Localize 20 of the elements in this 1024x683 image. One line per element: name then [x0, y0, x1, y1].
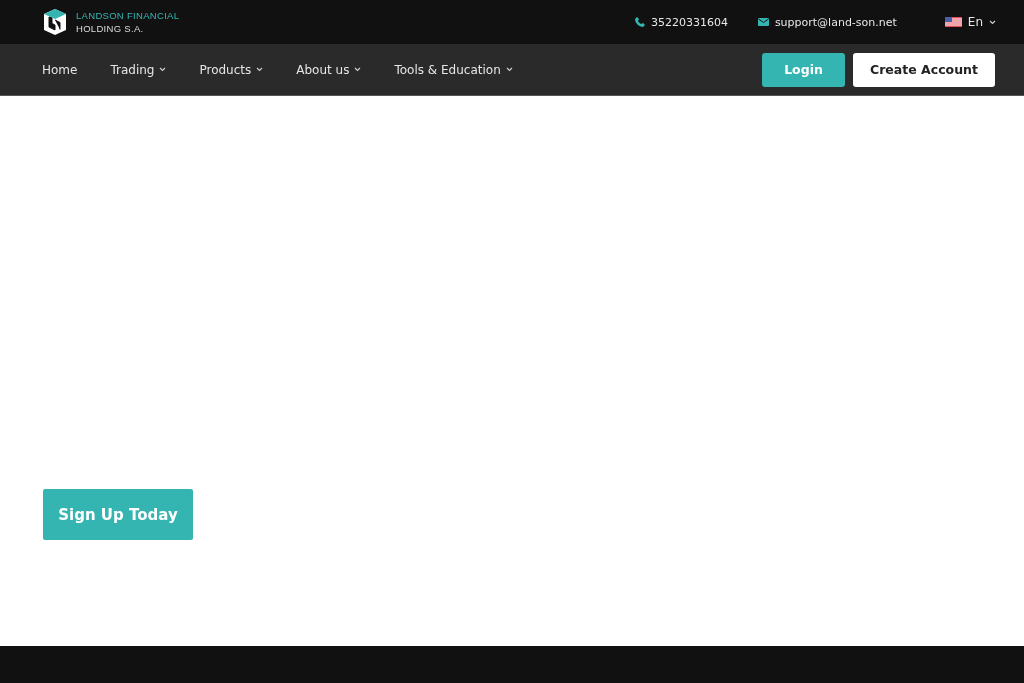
brand-subtitle: HOLDING S.A. [76, 22, 145, 35]
nav-item[interactable]: Tools & Education [394, 62, 513, 77]
phone-number[interactable]: 35220331604 [650, 15, 728, 29]
chevron-down-icon [989, 19, 996, 25]
email-link[interactable]: support@land-son.net [774, 15, 897, 29]
chevron-down-icon [256, 67, 264, 72]
language-selector[interactable]: En [967, 15, 983, 29]
phone-icon [634, 17, 645, 27]
create-account-button[interactable]: Create Account [853, 52, 995, 87]
nav-item[interactable]: About us [296, 62, 362, 77]
brand-name: LANDSON FINANCIAL [76, 9, 180, 22]
mail-icon [757, 18, 769, 26]
chevron-down-icon [505, 67, 513, 72]
chevron-down-icon [159, 67, 167, 72]
flag-icon [944, 17, 962, 27]
nav-item[interactable]: Trading [110, 62, 167, 77]
nav-item[interactable]: Products [199, 62, 264, 77]
nav-item[interactable]: Home [42, 62, 78, 77]
logo-icon [42, 8, 68, 36]
chevron-down-icon [354, 67, 362, 72]
